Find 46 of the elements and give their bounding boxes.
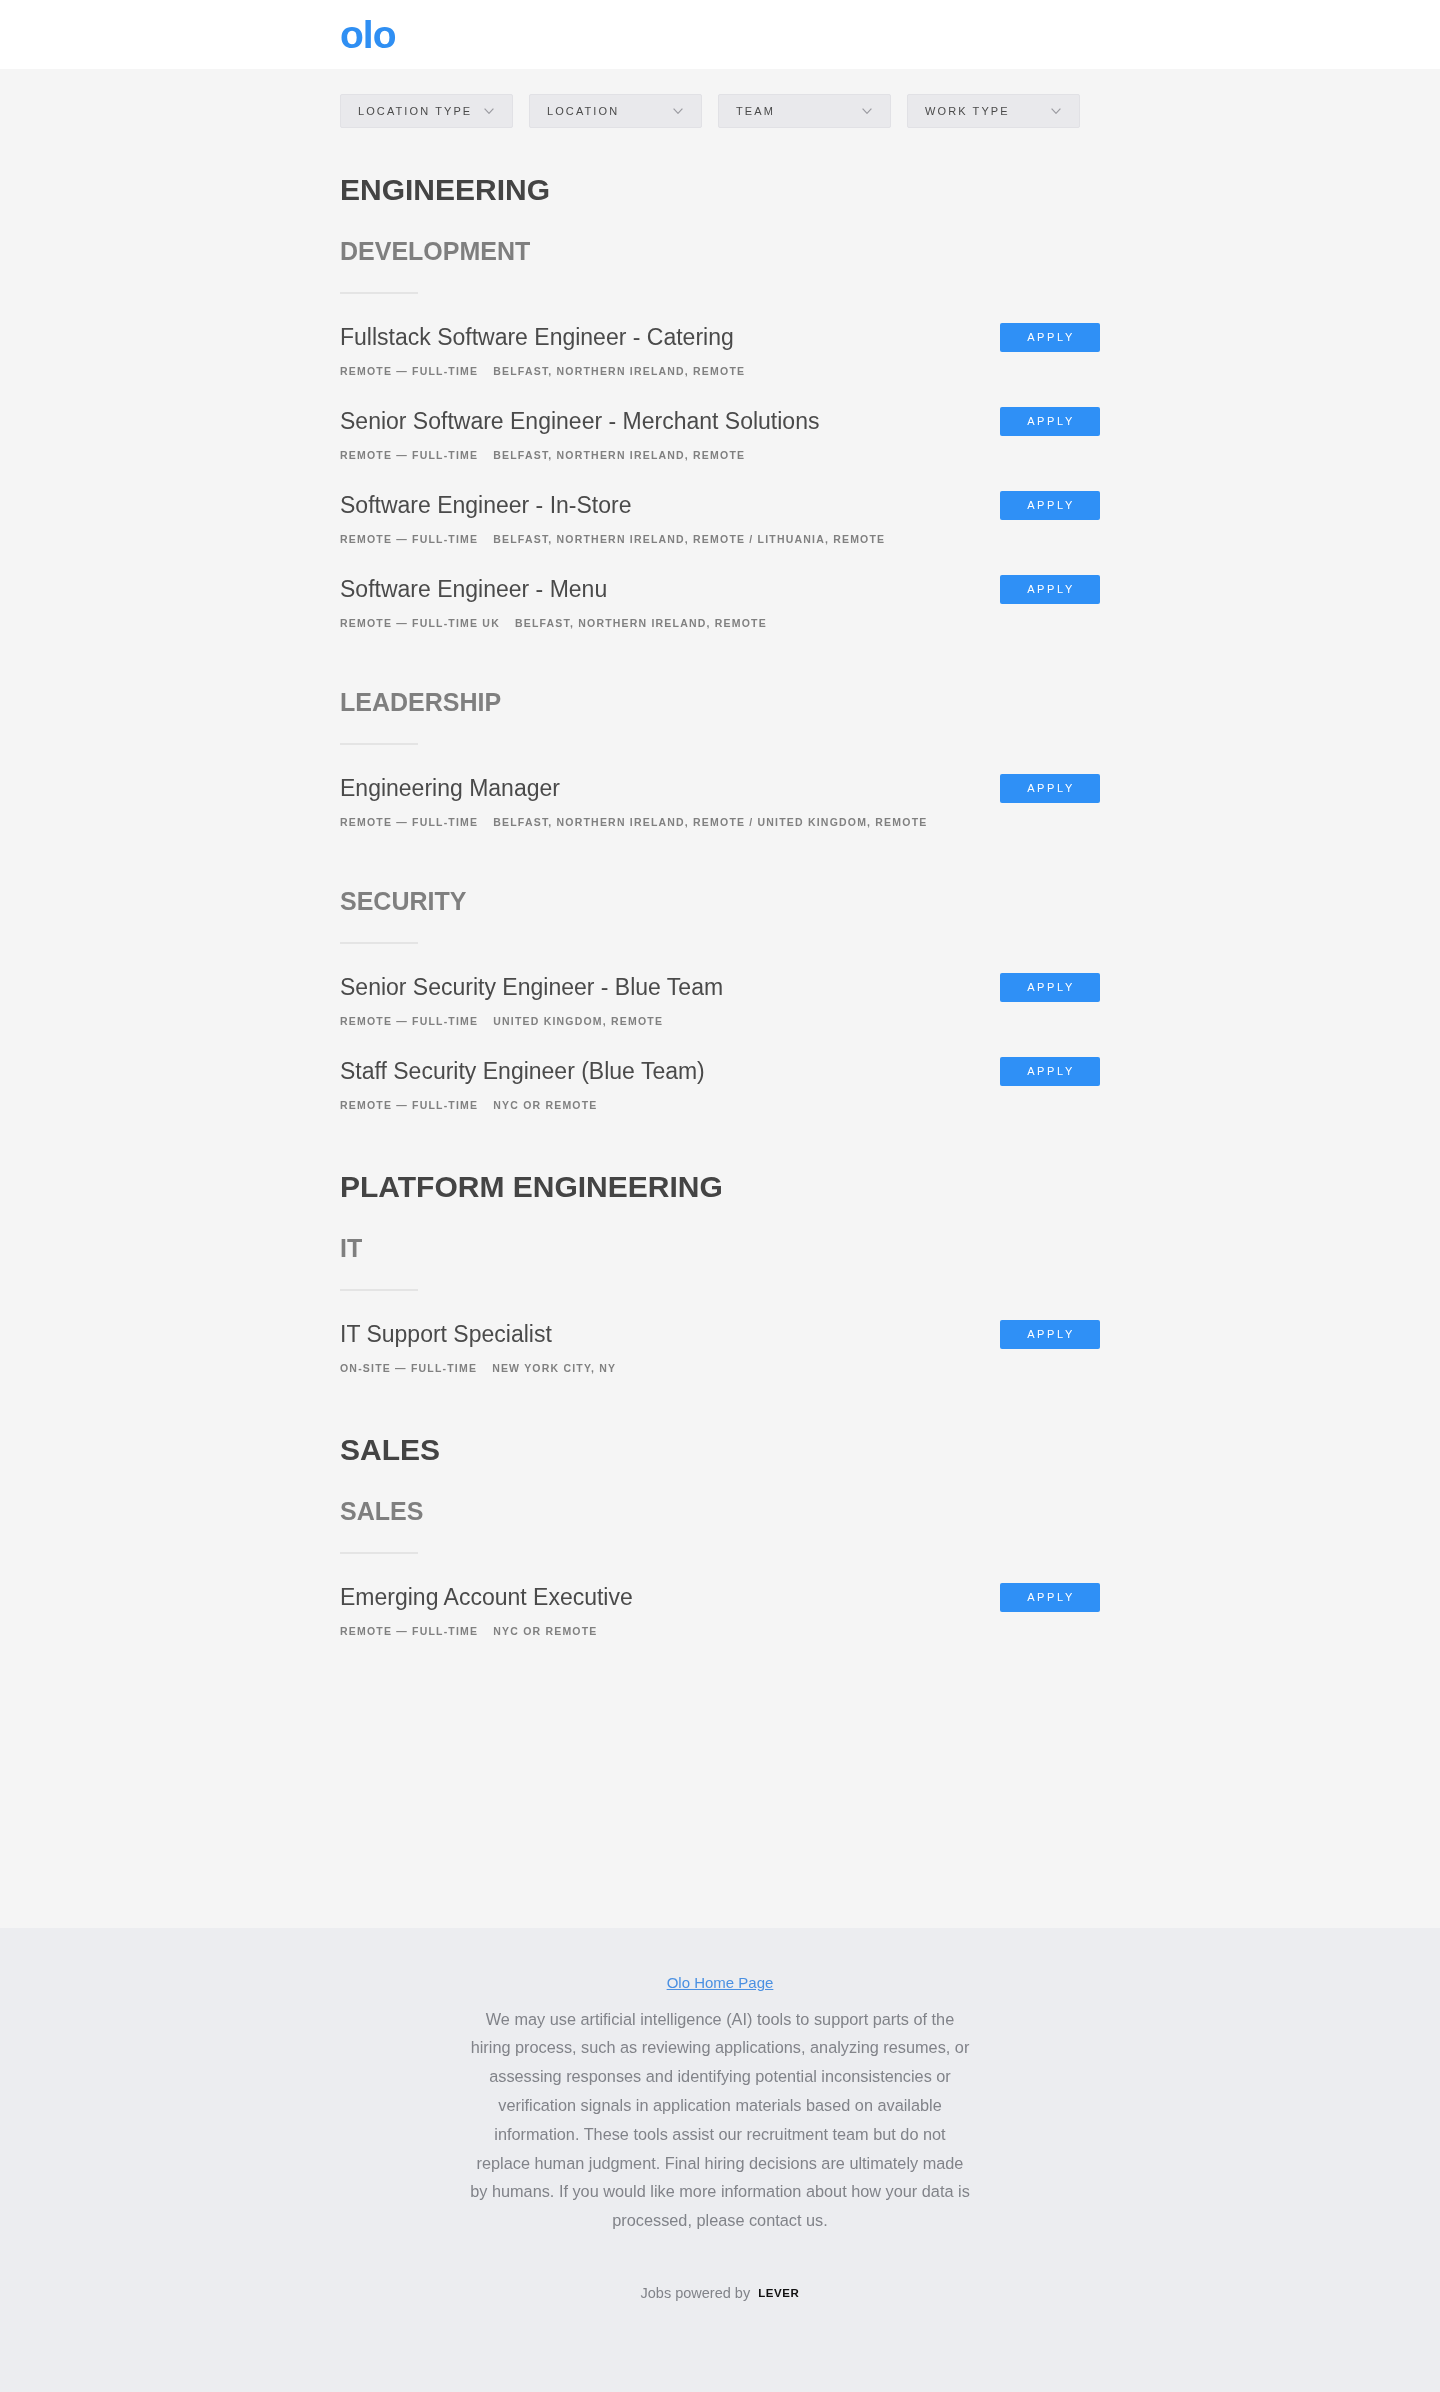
- powered-by-text: Jobs powered by: [640, 2284, 751, 2303]
- department-heading: ENGINEERING: [340, 172, 552, 208]
- job-location-label: UNITED KINGDOM, REMOTE: [493, 1014, 664, 1029]
- department-heading: PLATFORM ENGINEERING: [340, 1169, 724, 1205]
- job-type-label: REMOTE — FULL-TIME: [340, 1624, 479, 1639]
- team-heading: IT: [340, 1233, 364, 1263]
- chevron-down-icon: [1051, 108, 1061, 114]
- job-title-link[interactable]: Engineering Manager: [340, 774, 560, 802]
- chevron-down-icon: [673, 108, 683, 114]
- ai-notice-text: We may use artificial intelligence (AI) tools to support parts of the hiring process, such as reviewing applications, analyzing resumes, or assessing responses and identifying potential inconsistencies or verification signals in application materials based on available information. These tools assist our recruitment team but do not replace human judgment. Final hiring decisions are ultimately made by humans. If you would like more information about how your data is processed, please contact us.: [469, 2008, 971, 2232]
- job-title-link[interactable]: Software Engineer - In-Store: [340, 491, 632, 519]
- job-title-link[interactable]: IT Support Specialist: [340, 1320, 552, 1348]
- job-title-link[interactable]: Fullstack Software Engineer - Catering: [340, 323, 734, 351]
- department-heading: SALES: [340, 1432, 442, 1468]
- job-location-label: BELFAST, NORTHERN IRELAND, REMOTE: [514, 616, 767, 631]
- team-heading: SECURITY: [340, 886, 468, 916]
- job-type-label: ON-SITE — FULL-TIME: [340, 1361, 478, 1376]
- filter-dropdown[interactable]: TEAM: [718, 94, 891, 128]
- filter-dropdown[interactable]: LOCATION TYPE: [340, 94, 513, 128]
- filter-dropdown[interactable]: LOCATION: [529, 94, 702, 128]
- job-location-label: NYC OR REMOTE: [493, 1098, 598, 1113]
- job-title-link[interactable]: Senior Software Engineer - Merchant Solutions: [340, 407, 820, 435]
- job-type-label: REMOTE — FULL-TIME: [340, 1098, 479, 1113]
- team-heading: LEADERSHIP: [340, 687, 503, 717]
- job-type-label: REMOTE — FULL-TIME: [340, 815, 479, 830]
- filter-dropdown[interactable]: WORK TYPE: [907, 94, 1080, 128]
- footer-logo[interactable]: LEVER: [758, 2282, 800, 2304]
- job-location-label: BELFAST, NORTHERN IRELAND, REMOTE / LITHUANIA, REMOTE: [493, 532, 886, 547]
- job-type-label: REMOTE — FULL-TIME: [340, 532, 479, 547]
- job-location-label: NEW YORK CITY, NY: [492, 1361, 617, 1376]
- job-location-label: BELFAST, NORTHERN IRELAND, REMOTE: [493, 364, 746, 379]
- job-title-link[interactable]: Senior Security Engineer - Blue Team: [340, 973, 724, 1001]
- team-heading: DEVELOPMENT: [340, 236, 532, 266]
- job-type-label: REMOTE — FULL-TIME: [340, 448, 479, 463]
- job-title-link[interactable]: Software Engineer - Menu: [340, 575, 608, 603]
- job-location-label: BELFAST, NORTHERN IRELAND, REMOTE / UNITED KINGDOM, REMOTE: [493, 815, 928, 830]
- chevron-down-icon: [862, 108, 872, 114]
- job-type-label: REMOTE — FULL-TIME: [340, 364, 479, 379]
- job-type-label: REMOTE — FULL-TIME UK: [340, 616, 500, 631]
- job-location-label: NYC OR REMOTE: [493, 1624, 598, 1639]
- job-location-label: BELFAST, NORTHERN IRELAND, REMOTE: [493, 448, 746, 463]
- team-heading: SALES: [340, 1496, 425, 1526]
- job-title-link[interactable]: Staff Security Engineer (Blue Team): [340, 1057, 705, 1085]
- job-type-label: REMOTE — FULL-TIME: [340, 1014, 479, 1029]
- chevron-down-icon: [484, 108, 494, 114]
- job-title-link[interactable]: Emerging Account Executive: [340, 1583, 633, 1611]
